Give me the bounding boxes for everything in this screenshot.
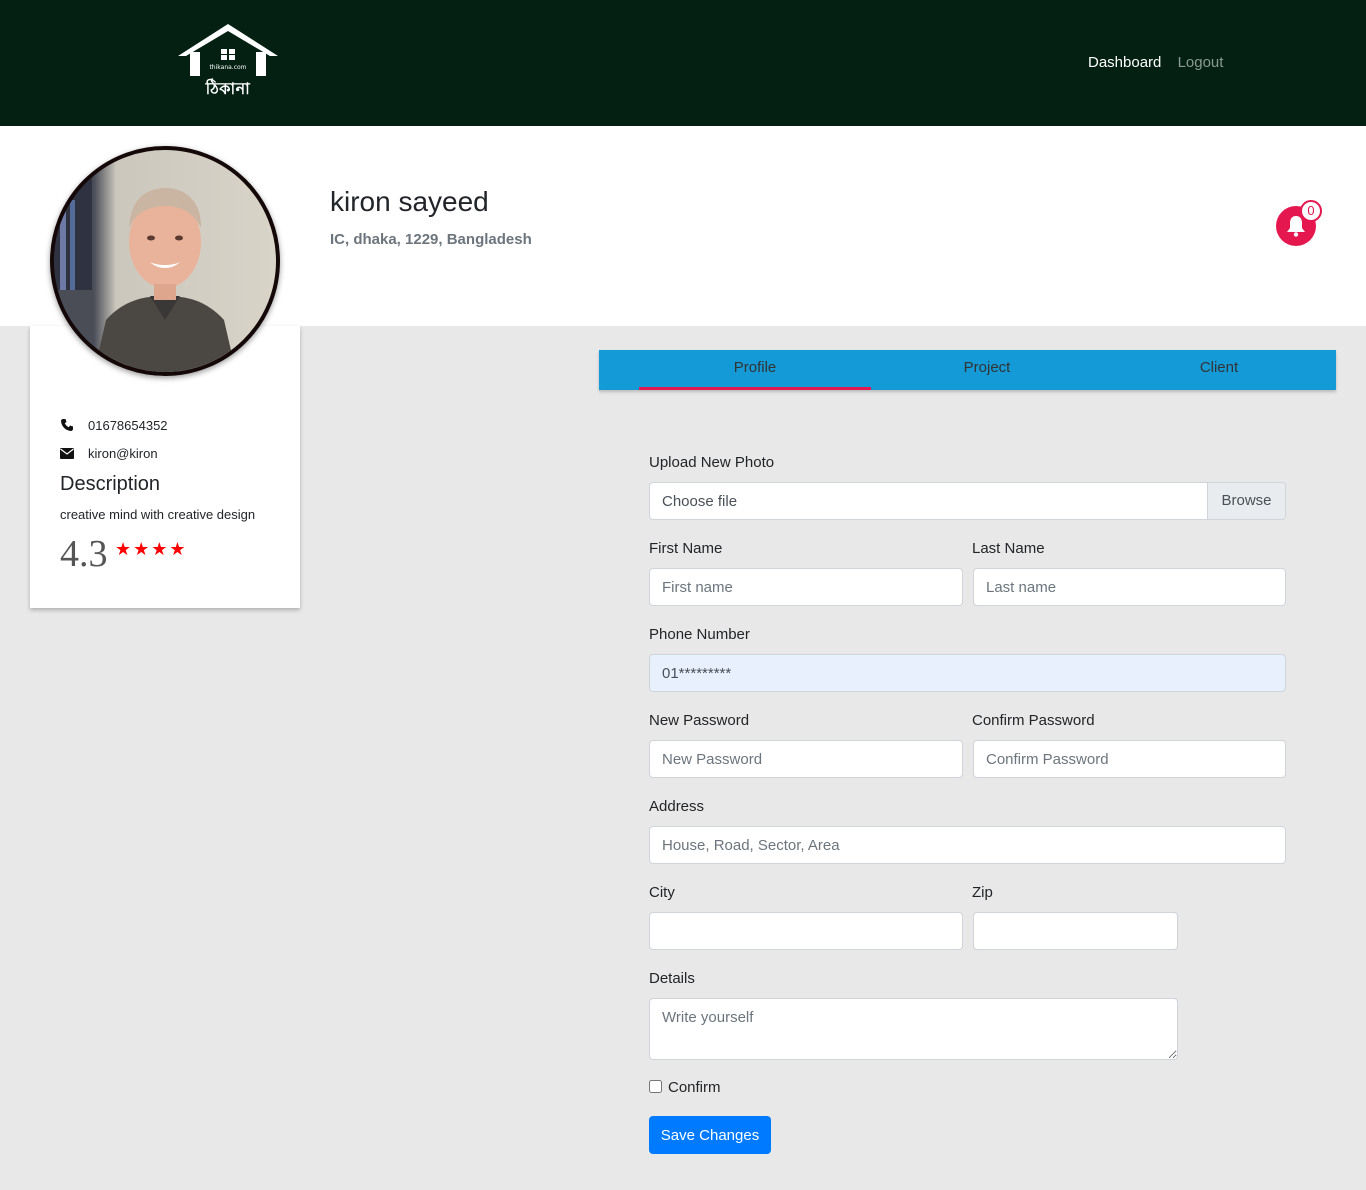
logo-text: ঠিকানা	[205, 79, 251, 98]
browse-button[interactable]: Browse	[1207, 483, 1285, 519]
phone-row: 01678654352	[60, 418, 168, 435]
house-logo-icon: thikana.com	[178, 24, 278, 76]
address-input[interactable]	[649, 826, 1286, 864]
last-name-input[interactable]	[973, 568, 1286, 606]
upload-label: Upload New Photo	[649, 454, 775, 471]
file-input-text: Choose file	[662, 493, 738, 510]
email-row: kiron@kiron	[60, 446, 158, 462]
new-password-input[interactable]	[649, 740, 963, 778]
phone-input[interactable]	[649, 654, 1286, 692]
avatar-photo	[54, 150, 236, 372]
nav-dashboard-link[interactable]: Dashboard	[1088, 54, 1161, 71]
first-name-input[interactable]	[649, 568, 963, 606]
zip-input[interactable]	[973, 912, 1178, 950]
city-input[interactable]	[649, 912, 963, 950]
zip-label: Zip	[972, 884, 993, 901]
phone-label: Phone Number	[649, 626, 750, 643]
tab-client[interactable]: Client	[1103, 350, 1335, 390]
details-textarea[interactable]	[649, 998, 1178, 1060]
city-label: City	[649, 884, 675, 901]
description-heading: Description	[60, 473, 161, 495]
avatar	[50, 146, 280, 376]
first-name-label: First Name	[649, 540, 723, 557]
rating-value: 4.3	[60, 533, 108, 575]
confirm-checkbox[interactable]	[649, 1080, 662, 1093]
user-name: kiron sayeed	[330, 186, 489, 217]
profile-tabs: Profile Project Client	[599, 350, 1336, 390]
notification-count-badge: 0	[1300, 200, 1322, 222]
phone-icon	[60, 418, 74, 435]
new-password-label: New Password	[649, 712, 750, 729]
save-changes-button[interactable]: Save Changes	[649, 1116, 771, 1154]
user-address: IC, dhaka, 1229, Bangladesh	[330, 231, 532, 248]
last-name-label: Last Name	[972, 540, 1045, 557]
phone-number: 01678654352	[88, 418, 168, 433]
confirm-password-label: Confirm Password	[972, 712, 1095, 729]
confirm-password-input[interactable]	[973, 740, 1286, 778]
photo-file-input[interactable]: Choose file Browse	[649, 482, 1286, 520]
tab-profile[interactable]: Profile	[639, 350, 871, 390]
confirm-row: Confirm	[649, 1079, 721, 1096]
site-logo[interactable]: thikana.com ঠিকানা	[176, 22, 280, 98]
nav-links: Dashboard Logout	[1088, 54, 1235, 71]
email-address: kiron@kiron	[88, 446, 158, 461]
envelope-icon	[60, 447, 74, 462]
rating-stars-icon: ★★★★	[115, 539, 188, 559]
top-navbar: thikana.com ঠিকানা Dashboard Logout	[0, 0, 1366, 126]
logo-small-text: thikana.com	[209, 64, 246, 71]
address-label: Address	[649, 798, 705, 815]
tab-project[interactable]: Project	[871, 350, 1103, 390]
nav-logout-link[interactable]: Logout	[1178, 54, 1224, 71]
confirm-label: Confirm	[668, 1079, 721, 1096]
description-text: creative mind with creative design	[60, 507, 256, 522]
details-label: Details	[649, 970, 695, 987]
